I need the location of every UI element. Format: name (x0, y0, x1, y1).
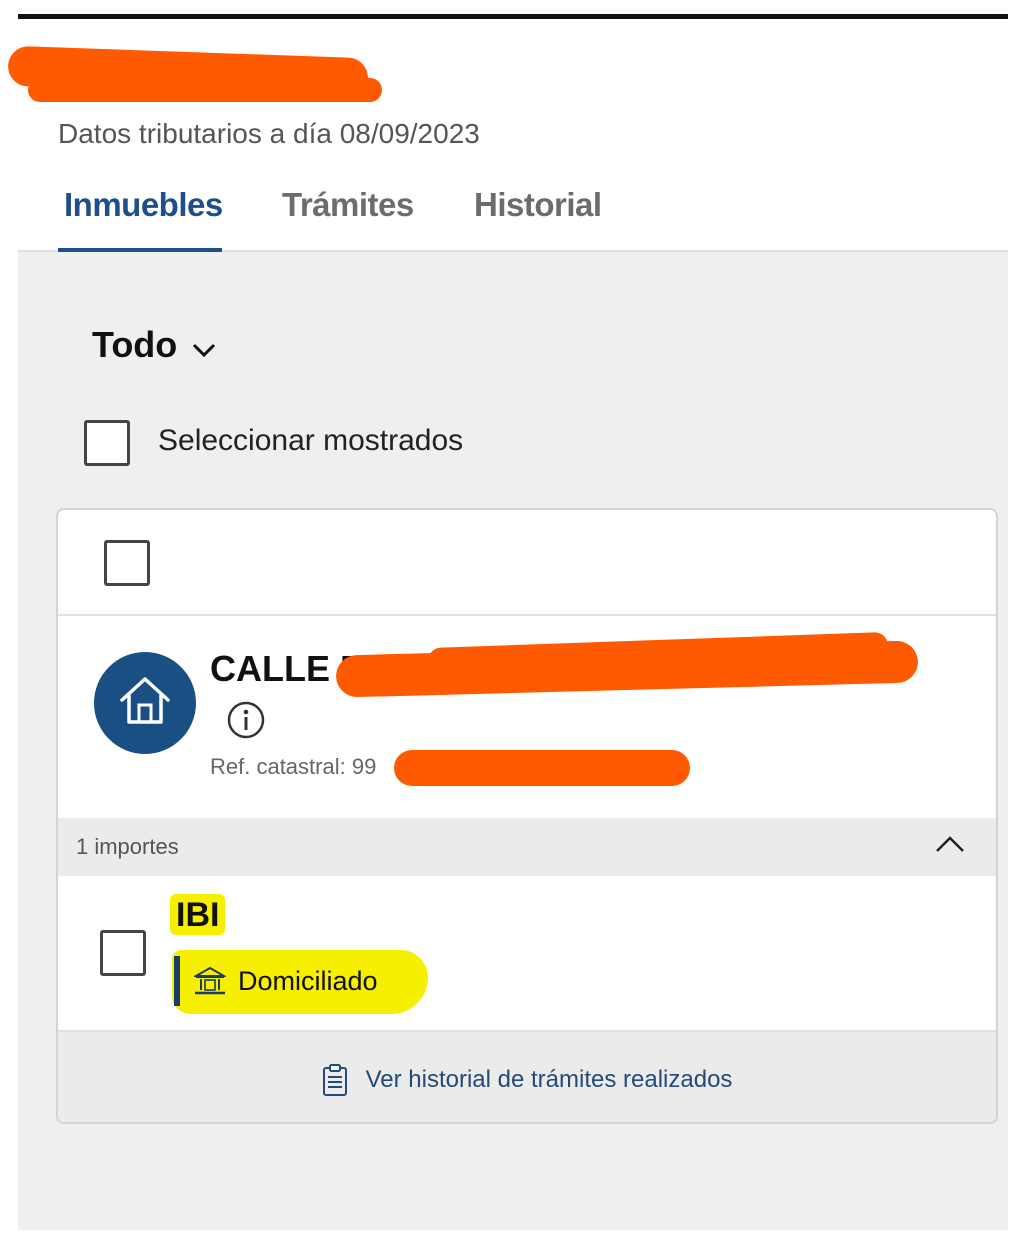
view-history-link[interactable]: Ver historial de trámites realizados (58, 1030, 996, 1122)
tab-inmuebles[interactable]: Inmuebles (64, 186, 223, 224)
chevron-up-icon[interactable] (934, 832, 966, 861)
property-checkbox[interactable] (104, 540, 150, 586)
select-shown-checkbox[interactable] (84, 420, 130, 466)
tax-name: IBI (170, 894, 226, 935)
redacted-title-stroke (28, 78, 382, 102)
filter-dropdown[interactable]: Todo (92, 324, 217, 368)
cadastral-reference: Ref. catastral: 99 (210, 754, 377, 779)
info-icon[interactable] (226, 700, 266, 745)
page-subtitle: Datos tributarios a día 08/09/2023 (58, 118, 480, 149)
view-history-label: Ver historial de trámites realizados (365, 1066, 733, 1093)
bank-icon (194, 966, 226, 996)
chevron-down-icon (191, 326, 217, 368)
importes-count: 1 importes (76, 834, 179, 859)
tab-historial[interactable]: Historial (474, 186, 602, 224)
top-divider (18, 14, 1008, 19)
importes-header[interactable]: 1 importes (58, 818, 996, 876)
ibi-checkbox[interactable] (100, 930, 146, 976)
status-label: Domiciliado (238, 965, 378, 996)
tab-bar: Inmuebles Trámites Historial (18, 178, 1008, 252)
redacted-reference (394, 750, 690, 786)
card-divider (58, 614, 996, 616)
property-avatar (94, 652, 196, 754)
house-icon (116, 672, 174, 735)
tab-tramites[interactable]: Trámites (282, 186, 414, 224)
clipboard-icon (322, 1063, 348, 1097)
status-badge: Domiciliado (174, 956, 412, 1006)
property-card: CALLE D Ref. catastral: 99 1 importes IB… (56, 508, 998, 1124)
filter-label: Todo (92, 324, 178, 365)
select-shown-label: Seleccionar mostrados (158, 424, 464, 457)
